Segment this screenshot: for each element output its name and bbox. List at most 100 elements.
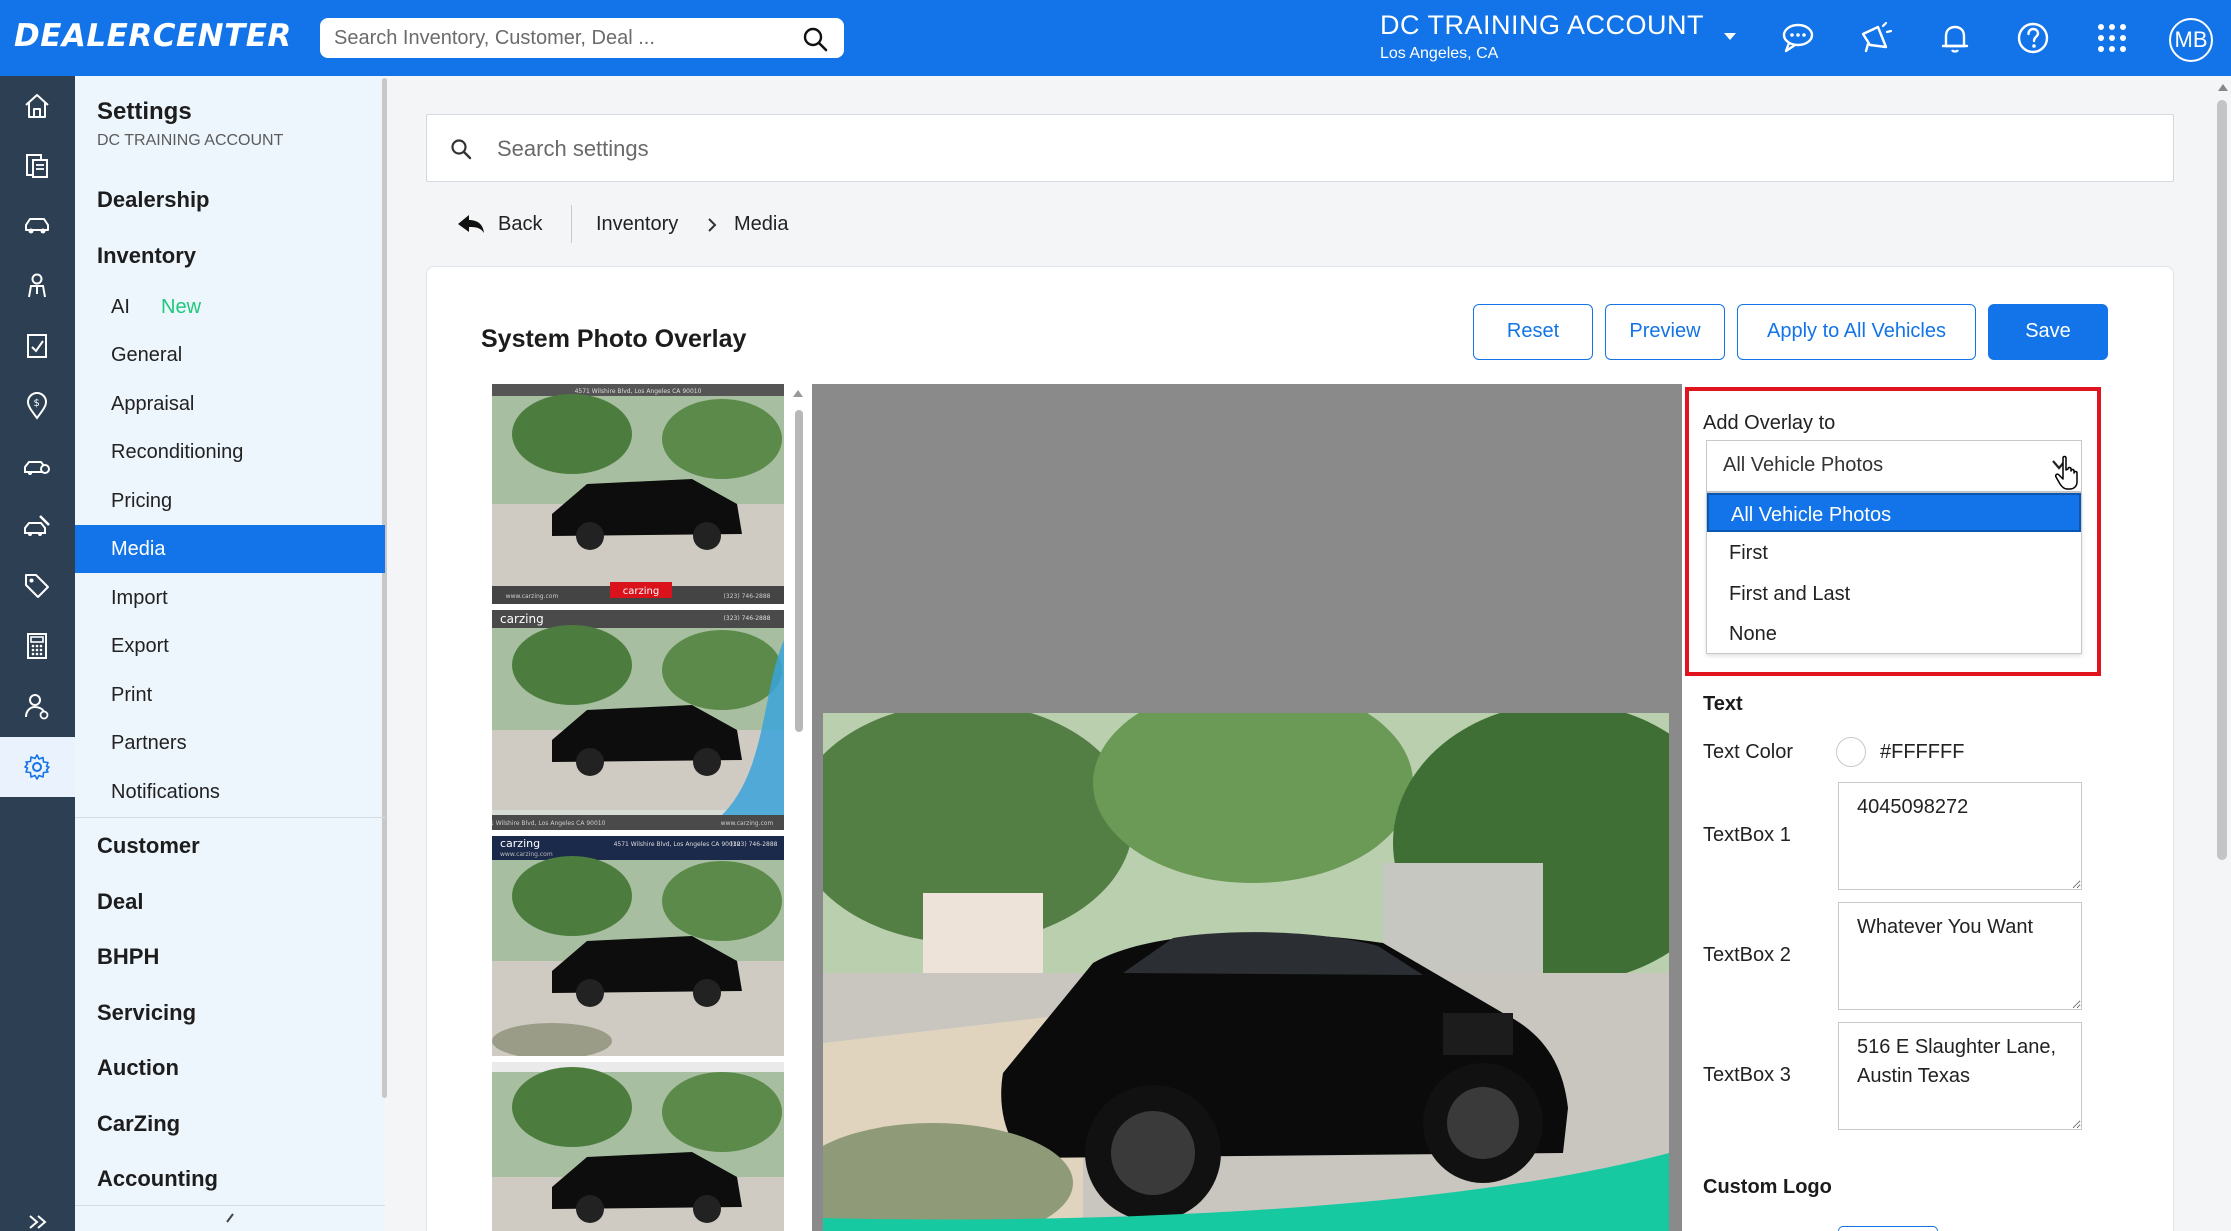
account-location: Los Angeles, CA — [1380, 45, 1499, 62]
megaphone-icon[interactable] — [1858, 20, 1894, 56]
sidebar-section-servicing[interactable]: Servicing — [97, 1000, 196, 1026]
back-button[interactable]: Back — [498, 213, 542, 236]
expand-rail-icon[interactable] — [26, 1212, 50, 1231]
account-switcher[interactable]: DC TRAINING ACCOUNT Los Angeles, CA — [1380, 10, 1704, 63]
sidebar-divider — [75, 817, 385, 818]
sidebar-section-customer[interactable]: Customer — [97, 833, 200, 859]
sidebar-item-reconditioning[interactable]: Reconditioning — [75, 428, 385, 476]
save-button[interactable]: Save — [1988, 304, 2108, 360]
thumb-phone-text: (323) 746-2888 — [724, 615, 771, 622]
page-scroll-thumb[interactable] — [2217, 100, 2227, 860]
option-all-vehicle-photos[interactable]: All Vehicle Photos — [1707, 493, 2081, 532]
dealercenter-logo[interactable]: DEALERCENTER — [14, 18, 292, 54]
breadcrumb-inventory[interactable]: Inventory — [596, 213, 678, 236]
sidebar-section-carzing[interactable]: CarZing — [97, 1111, 180, 1137]
forms-icon — [27, 334, 47, 358]
preview-button[interactable]: Preview — [1605, 304, 1725, 360]
overlay-thumbnail[interactable]: 4571 Wilshire Blvd, Los Angeles CA 90010… — [492, 384, 784, 604]
sidebar-item-partners[interactable]: Partners — [75, 719, 385, 767]
car-photo-thumbnail: carzing www.carzing.com 4571 Wilshire Bl… — [492, 836, 784, 1056]
text-section-heading: Text — [1703, 693, 1743, 715]
overlay-dropdown-list: All Vehicle Photos First First and Last … — [1706, 492, 2082, 654]
overlay-template-list: 4571 Wilshire Blvd, Los Angeles CA 90010… — [492, 384, 784, 1231]
search-icon — [451, 139, 472, 160]
apps-grid-icon[interactable] — [2094, 20, 2130, 56]
sidebar-item-notifications[interactable]: Notifications — [75, 768, 385, 816]
rail-inventory[interactable] — [0, 196, 75, 256]
sidebar-section-accounting[interactable]: Accounting — [97, 1166, 218, 1192]
upload-logo-button[interactable] — [1838, 1226, 1938, 1231]
global-search-input[interactable] — [334, 18, 774, 58]
collapse-sidebar-icon[interactable] — [222, 1212, 238, 1231]
textbox2-field[interactable]: Whatever You Want — [1838, 902, 2082, 1010]
sidebar-item-media[interactable]: Media — [75, 525, 385, 573]
rail-auction[interactable] — [0, 496, 75, 556]
rail-deals[interactable] — [0, 136, 75, 196]
textbox1-field[interactable]: 4045098272 — [1838, 782, 2082, 890]
back-arrow-icon[interactable] — [456, 211, 486, 237]
rail-forms[interactable] — [0, 316, 75, 376]
rail-service[interactable] — [0, 436, 75, 496]
sidebar-item-label: Notifications — [111, 781, 220, 803]
rail-locations[interactable]: $ — [0, 376, 75, 436]
car-photo-thumbnail — [492, 1062, 784, 1231]
thumb-website-text: www.carzing.com — [721, 820, 774, 827]
thumb-address-text: 4571 Wilshire Blvd, Los Angeles CA 90010 — [614, 841, 741, 848]
sidebar-item-general[interactable]: General — [75, 331, 385, 379]
option-first-and-last[interactable]: First and Last — [1707, 574, 2081, 613]
thumbnail-scroll-thumb[interactable] — [795, 410, 803, 732]
thumb-website-text: www.carzing.com — [500, 851, 553, 858]
overlay-thumbnail[interactable] — [492, 1062, 784, 1231]
car-auction-icon — [24, 515, 50, 536]
help-icon[interactable] — [2015, 20, 2051, 56]
top-bar: DEALERCENTER DC TRAINING ACCOUNT Los Ang… — [0, 0, 2231, 76]
reset-button[interactable]: Reset — [1473, 304, 1593, 360]
search-icon[interactable] — [802, 26, 828, 52]
user-settings-icon — [25, 694, 49, 720]
rail-home[interactable] — [0, 76, 75, 136]
sidebar-item-pricing[interactable]: Pricing — [75, 477, 385, 525]
sidebar-section-bhph[interactable]: BHPH — [97, 944, 159, 970]
sidebar-item-export[interactable]: Export — [75, 622, 385, 670]
rail-calculator[interactable] — [0, 616, 75, 676]
sidebar-section-dealership[interactable]: Dealership — [97, 187, 210, 213]
sidebar-item-label: Export — [111, 635, 169, 657]
sidebar-item-import[interactable]: Import — [75, 574, 385, 622]
sidebar-section-deal[interactable]: Deal — [97, 889, 143, 915]
svg-text:$: $ — [34, 398, 40, 409]
chevron-down-icon[interactable] — [1722, 30, 1738, 44]
scroll-up-icon[interactable] — [792, 388, 804, 398]
rail-tags[interactable] — [0, 556, 75, 616]
rail-customers[interactable] — [0, 256, 75, 316]
sidebar-item-print[interactable]: Print — [75, 671, 385, 719]
global-search[interactable] — [320, 18, 844, 58]
sidebar-item-ai[interactable]: AI New — [75, 283, 385, 331]
add-overlay-select[interactable]: All Vehicle Photos — [1706, 440, 2082, 492]
car-photo — [823, 713, 1669, 1231]
car-icon — [25, 218, 49, 234]
option-first[interactable]: First — [1707, 533, 2081, 572]
textbox3-field[interactable]: 516 E Slaughter Lane, Austin Texas — [1838, 1022, 2082, 1130]
account-name[interactable]: DC TRAINING ACCOUNT — [1380, 10, 1704, 41]
overlay-thumbnail[interactable]: carzing (323) 746-2888 4571 Wilshire Blv… — [492, 610, 784, 830]
avatar[interactable]: MB — [2169, 18, 2213, 62]
bell-icon[interactable] — [1937, 20, 1973, 56]
rail-users[interactable] — [0, 676, 75, 736]
chat-icon[interactable] — [1780, 20, 1816, 56]
rail-settings[interactable] — [0, 737, 75, 797]
settings-search-input[interactable] — [497, 129, 2097, 169]
custom-logo-heading: Custom Logo — [1703, 1176, 1832, 1198]
option-label: All Vehicle Photos — [1731, 504, 1892, 526]
text-color-swatch[interactable] — [1836, 737, 1866, 767]
overlay-thumbnail[interactable]: carzing www.carzing.com 4571 Wilshire Bl… — [492, 836, 784, 1056]
sidebar-item-label: Partners — [111, 732, 187, 754]
settings-search[interactable] — [426, 114, 2174, 182]
sidebar-item-appraisal[interactable]: Appraisal — [75, 380, 385, 428]
sidebar-section-inventory[interactable]: Inventory — [97, 243, 196, 269]
text-color-value[interactable]: #FFFFFF — [1880, 741, 1964, 764]
scroll-up-icon[interactable] — [2217, 82, 2229, 92]
option-none[interactable]: None — [1707, 614, 2081, 653]
apply-all-button[interactable]: Apply to All Vehicles — [1737, 304, 1976, 360]
sidebar-section-auction[interactable]: Auction — [97, 1055, 179, 1081]
thumb-website-text: www.carzing.com — [506, 593, 559, 600]
